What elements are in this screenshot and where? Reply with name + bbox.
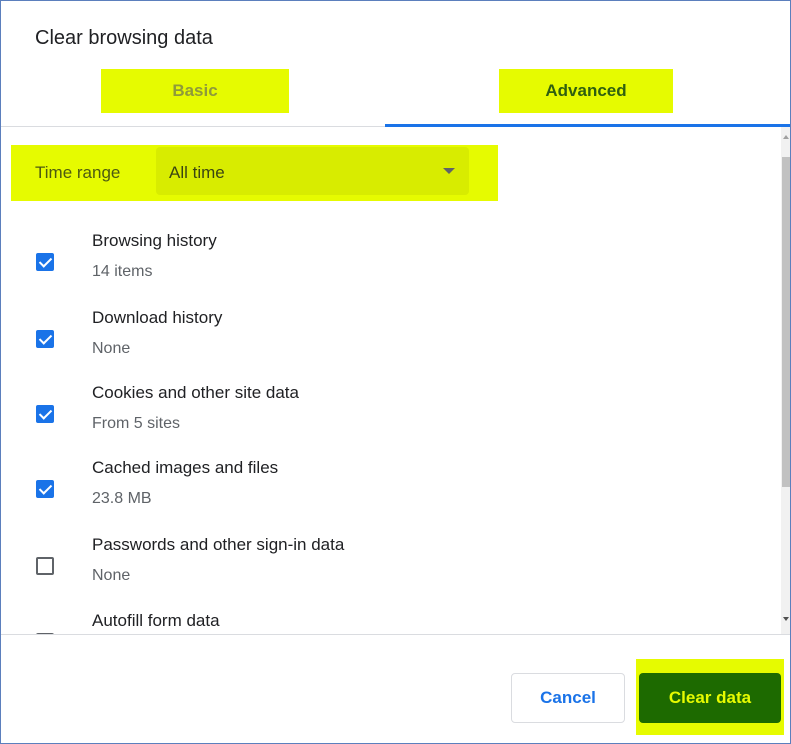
tab-basic[interactable]: Basic [101, 69, 289, 113]
option-title: Browsing history [92, 231, 217, 250]
download-history-checkbox[interactable] [36, 330, 54, 348]
option-title: Download history [92, 308, 223, 327]
option-subtitle: 14 items [92, 263, 153, 280]
checkmark-icon [38, 406, 53, 420]
time-range-row: Time range All time [11, 145, 498, 201]
cookies-checkbox[interactable] [36, 405, 54, 423]
option-title: Cached images and files [92, 458, 279, 477]
option-passwords: Passwords and other sign-in data None [1, 535, 761, 595]
tab-advanced[interactable]: Advanced [499, 69, 673, 113]
clear-browsing-data-dialog: Clear browsing data Basic Advanced Time … [0, 0, 791, 744]
scroll-up-arrow-icon[interactable] [783, 135, 789, 139]
clear-data-highlight: Clear data [636, 659, 784, 735]
passwords-checkbox[interactable] [36, 557, 54, 575]
option-cookies: Cookies and other site data From 5 sites [1, 383, 761, 443]
option-autofill: Autofill form data [1, 611, 761, 634]
option-browsing-history: Browsing history 14 items [1, 231, 761, 291]
option-subtitle: 23.8 MB [92, 490, 152, 507]
dialog-title: Clear browsing data [35, 27, 213, 49]
scrollbar-thumb[interactable] [782, 157, 790, 487]
option-subtitle: None [92, 340, 131, 357]
time-range-label: Time range [35, 163, 121, 182]
clear-data-button[interactable]: Clear data [639, 673, 781, 723]
option-title: Passwords and other sign-in data [92, 535, 345, 554]
option-title: Cookies and other site data [92, 383, 299, 402]
cancel-button[interactable]: Cancel [511, 673, 625, 723]
browsing-history-checkbox[interactable] [36, 253, 54, 271]
option-download-history: Download history None [1, 308, 761, 368]
cached-images-checkbox[interactable] [36, 480, 54, 498]
time-range-dropdown[interactable]: All time [156, 147, 469, 195]
option-subtitle: From 5 sites [92, 415, 181, 432]
dropdown-arrow-icon [443, 168, 455, 174]
option-cached-images: Cached images and files 23.8 MB [1, 458, 761, 518]
time-range-value: All time [169, 163, 225, 182]
option-title: Autofill form data [92, 611, 220, 630]
footer-divider [1, 634, 790, 635]
checkmark-icon [38, 481, 53, 495]
checkmark-icon [38, 254, 53, 268]
option-subtitle: None [92, 567, 131, 584]
scroll-down-arrow-icon[interactable] [783, 617, 789, 621]
options-scroll-region: Time range All time Browsing history 14 … [1, 127, 790, 634]
checkmark-icon [38, 331, 53, 345]
